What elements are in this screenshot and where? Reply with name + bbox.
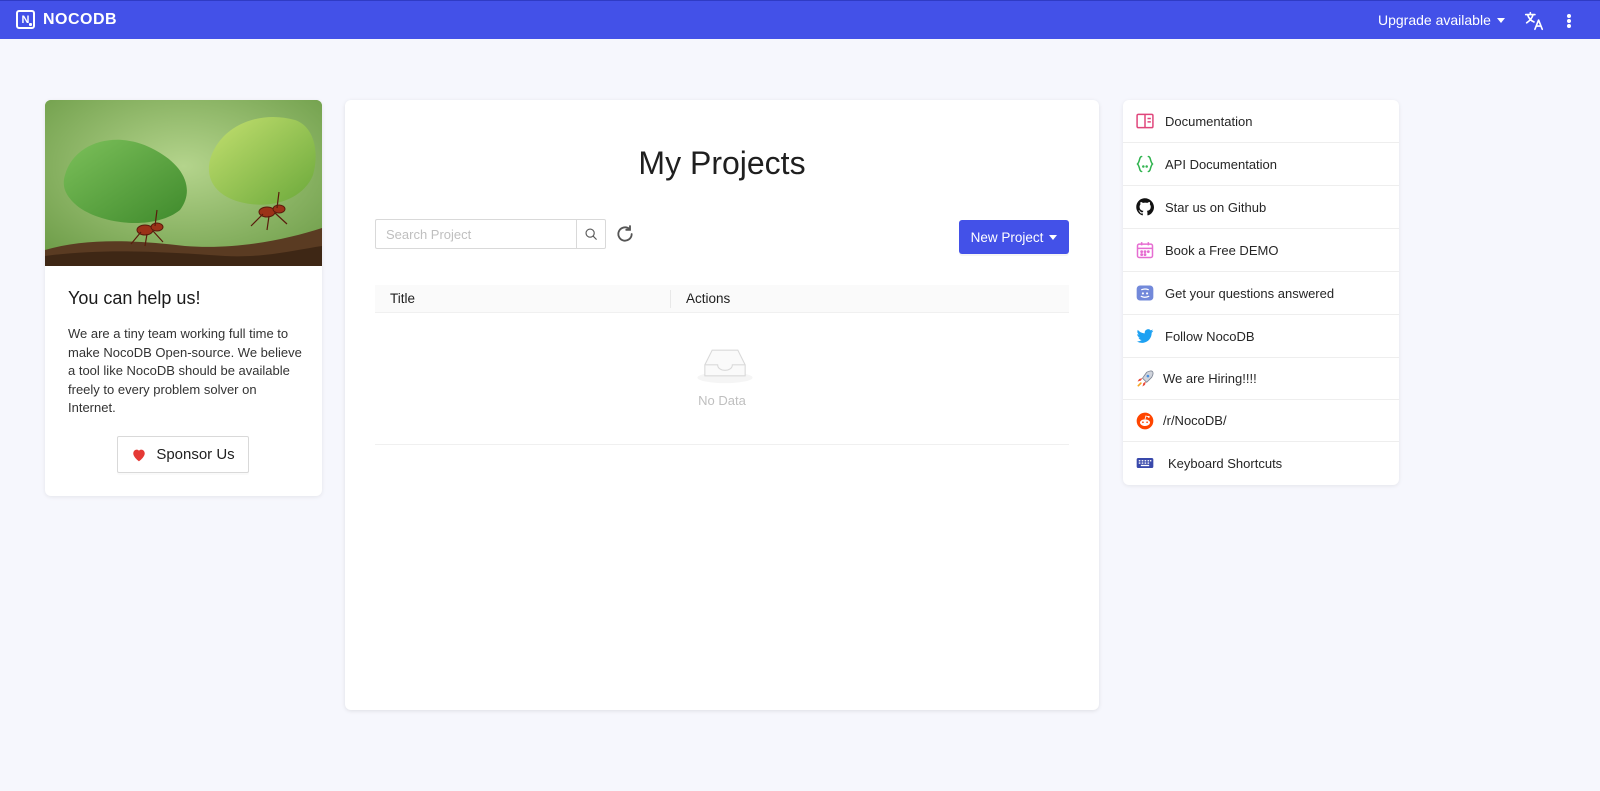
search-icon <box>585 228 597 240</box>
calendar-icon <box>1136 242 1154 259</box>
link-label: Follow NocoDB <box>1165 329 1255 344</box>
chevron-down-icon <box>1496 17 1505 23</box>
twitter-icon <box>1136 329 1154 343</box>
link-github[interactable]: Star us on Github <box>1123 186 1399 229</box>
rocket-icon <box>1137 370 1154 387</box>
column-header-title: Title <box>390 291 416 306</box>
upgrade-dropdown[interactable]: Upgrade available <box>1378 12 1505 28</box>
link-book-demo[interactable]: Book a Free DEMO <box>1123 229 1399 272</box>
link-keyboard-shortcuts[interactable]: Keyboard Shortcuts <box>1123 442 1399 485</box>
reload-icon[interactable] <box>615 224 635 244</box>
projects-table-header: Title Actions <box>375 285 1069 313</box>
link-label: Book a Free DEMO <box>1165 243 1279 258</box>
sponsor-us-button[interactable]: Sponsor Us <box>117 436 249 473</box>
github-icon <box>1136 198 1154 216</box>
discord-icon <box>1136 285 1154 301</box>
link-api-documentation[interactable]: API Documentation <box>1123 143 1399 186</box>
keyboard-icon <box>1136 458 1154 468</box>
braces-icon <box>1136 155 1154 173</box>
sponsor-card-text: We are a tiny team working full time to … <box>68 326 302 415</box>
resources-card: Documentation API Documentation Star us … <box>1123 100 1399 485</box>
more-vertical-icon[interactable] <box>1564 11 1574 31</box>
brand-logo-letter: N <box>21 13 30 26</box>
link-label: /r/NocoDB/ <box>1163 413 1227 428</box>
heart-icon <box>133 449 146 461</box>
sponsor-card-title: You can help us! <box>68 288 201 308</box>
empty-text: No Data <box>698 393 746 408</box>
chevron-down-icon <box>1049 234 1058 240</box>
new-project-button[interactable]: New Project <box>959 220 1069 254</box>
link-label: Get your questions answered <box>1165 286 1335 301</box>
projects-card: My Projects New Project Title Actions No… <box>345 100 1099 710</box>
link-hiring[interactable]: We are Hiring!!!! <box>1123 358 1399 400</box>
link-twitter[interactable]: Follow NocoDB <box>1123 315 1399 358</box>
link-documentation[interactable]: Documentation <box>1123 100 1399 143</box>
reddit-icon <box>1136 412 1154 430</box>
link-label: Keyboard Shortcuts <box>1168 456 1283 471</box>
leafcutter-ants-image <box>45 100 322 266</box>
empty-state: No Data <box>375 313 1069 445</box>
brand-logo[interactable]: N NOCODB <box>16 10 117 29</box>
link-label: Documentation <box>1165 114 1253 129</box>
new-project-label: New Project <box>970 229 1044 245</box>
search-button[interactable] <box>576 219 606 249</box>
link-label: API Documentation <box>1165 157 1278 172</box>
empty-inbox-icon <box>697 349 753 384</box>
page-title: My Projects <box>638 145 806 181</box>
column-divider <box>670 290 671 308</box>
search-input[interactable] <box>375 219 576 249</box>
link-label: We are Hiring!!!! <box>1163 371 1257 386</box>
sponsor-us-label: Sponsor Us <box>156 446 235 463</box>
upgrade-label: Upgrade available <box>1378 12 1491 28</box>
book-icon <box>1136 113 1154 129</box>
brand-name: NOCODB <box>43 10 118 28</box>
sponsor-card: You can help us! We are a tiny team work… <box>45 100 322 496</box>
translate-icon[interactable] <box>1523 10 1545 32</box>
link-questions[interactable]: Get your questions answered <box>1123 272 1399 315</box>
project-search <box>375 219 606 249</box>
link-reddit[interactable]: /r/NocoDB/ <box>1123 400 1399 442</box>
link-label: Star us on Github <box>1165 200 1267 215</box>
top-navbar: N NOCODB Upgrade available <box>0 0 1600 39</box>
column-header-actions: Actions <box>686 291 731 306</box>
nocodb-logo-icon: N <box>16 10 35 29</box>
